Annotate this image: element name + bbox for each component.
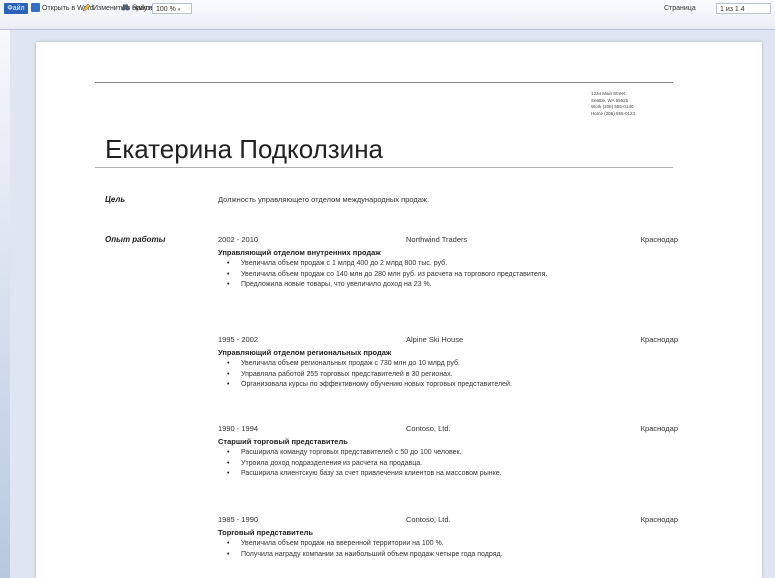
job-company: Alpine Ski House (406, 335, 464, 344)
bullet-item: Увеличила объем региональных продаж с 73… (218, 359, 678, 370)
job-years: 1990 - 1994 (218, 424, 259, 433)
name-rule (95, 167, 673, 168)
top-rule (95, 82, 673, 83)
job-years: 1995 - 2002 (218, 335, 259, 344)
job-city: Краснодар (640, 335, 678, 344)
job-entry: 2002 - 2010 Northwind Traders Краснодар … (218, 235, 678, 291)
bullet-item: Организовала курсы по эффективному обуче… (218, 380, 678, 391)
document-page: 1234 Main Street Seattle, WA 55525 Work … (36, 42, 762, 578)
address-line: Work (206) 555-0130 (591, 104, 634, 109)
bullet-item: Увеличила объем продаж на вверенной терр… (218, 539, 678, 550)
job-company: Contoso, Ltd. (406, 515, 451, 524)
job-company: Contoso, Ltd. (406, 424, 451, 433)
bullet-item: Увеличила объем продаж с 1 млрд 400 до 2… (218, 259, 678, 270)
page-number-input[interactable]: 1 из 1 4 (716, 3, 771, 14)
job-bullets: Расширила команду торговых представителе… (218, 448, 678, 480)
left-panel-strip (0, 30, 10, 578)
bullet-item: Предложила новые товары, что увеличило д… (218, 280, 678, 291)
objective-label: Цель (105, 195, 126, 204)
bullet-item: Расширила команду торговых представителе… (218, 448, 678, 459)
job-bullets: Увеличила объем продаж с 1 млрд 400 до 2… (218, 259, 678, 291)
job-years: 2002 - 2010 (218, 235, 259, 244)
file-menu-button[interactable]: Файл (4, 3, 28, 14)
zoom-value: 100 % (156, 6, 176, 13)
experience-label: Опыт работы (105, 235, 166, 244)
contact-address: 1234 Main Street Seattle, WA 55525 Work … (591, 91, 635, 117)
objective-text: Должность управляющего отделом междунаро… (218, 195, 430, 204)
page-label: Страница (664, 5, 696, 12)
job-title: Управляющий отделом внутренних продаж (218, 248, 381, 257)
job-header: 1985 - 1990 Contoso, Ltd. Краснодар (218, 515, 678, 527)
bullet-item: Управляла работой 255 торговых представи… (218, 370, 678, 381)
job-entry: 1985 - 1990 Contoso, Ltd. Краснодар Торг… (218, 515, 678, 560)
find-label: Найти (132, 5, 152, 12)
pencil-icon (82, 3, 91, 12)
chevron-down-icon: ▾ (177, 7, 181, 13)
job-city: Краснодар (640, 515, 678, 524)
job-header: 1990 - 1994 Contoso, Ltd. Краснодар (218, 424, 678, 436)
job-bullets: Увеличила объем продаж на вверенной терр… (218, 539, 678, 560)
bullet-item: Утроила доход подразделения из расчета н… (218, 459, 678, 470)
address-line: Home (206) 555-0123 (591, 110, 636, 116)
job-bullets: Увеличила объем региональных продаж с 73… (218, 359, 678, 391)
job-header: 1995 - 2002 Alpine Ski House Краснодар (218, 335, 678, 347)
viewer-toolbar: Файл Открыть в Word Изменить в браузере … (0, 0, 775, 30)
job-header: 2002 - 2010 Northwind Traders Краснодар (218, 235, 678, 247)
job-company: Northwind Traders (406, 235, 468, 244)
job-title: Управляющий отделом региональных продаж (218, 348, 392, 357)
job-years: 1985 - 1990 (218, 515, 259, 524)
bullet-item: Получила награду компании за наибольший … (218, 550, 678, 561)
job-title: Торговый представитель (218, 528, 313, 537)
find-button[interactable]: Найти (121, 3, 152, 15)
bullet-item: Расширила клиентскую базу за счет привле… (218, 469, 678, 480)
job-city: Краснодар (640, 424, 678, 433)
bullet-item: Увеличила объем продаж со 140 млн до 280… (218, 270, 678, 281)
job-title: Старший торговый представитель (218, 437, 348, 446)
zoom-select[interactable]: 100 % ▾ (152, 3, 192, 14)
word-icon (31, 3, 40, 12)
binoculars-icon (121, 3, 130, 12)
job-entry: 1990 - 1994 Contoso, Ltd. Краснодар Стар… (218, 424, 678, 480)
job-entry: 1995 - 2002 Alpine Ski House Краснодар У… (218, 335, 678, 391)
candidate-name: Екатерина Подколзина (105, 134, 384, 164)
job-city: Краснодар (640, 235, 678, 244)
